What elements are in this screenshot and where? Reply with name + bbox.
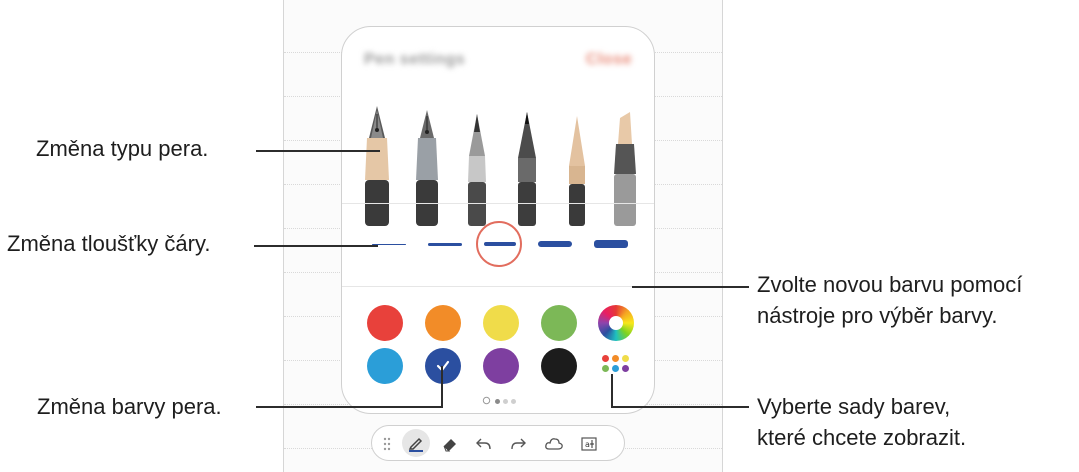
checkmark-icon [425, 348, 461, 384]
callout-line-thickness: Změna tloušťky čáry. [7, 231, 211, 256]
leader-line [254, 245, 378, 247]
pager-current-icon [482, 396, 491, 405]
callout-pen-color: Změna barvy pera. [37, 394, 222, 419]
undo-icon[interactable] [472, 432, 496, 456]
color-orange[interactable] [425, 305, 461, 341]
pager-dot [503, 399, 508, 404]
leader-line [611, 406, 749, 408]
callout-color-sets-line1: Vyberte sady barev, [757, 394, 951, 419]
drag-handle-icon[interactable] [382, 432, 392, 456]
text-mode-icon[interactable]: a [578, 432, 602, 456]
leader-line [611, 374, 613, 408]
color-dark-blue-selected[interactable] [425, 348, 461, 384]
color-green[interactable] [541, 305, 577, 341]
pen-option[interactable] [458, 104, 496, 228]
pager-dot [511, 399, 516, 404]
callout-color-sets-line2: které chcete zobrazit. [757, 425, 967, 450]
marker-option[interactable] [558, 104, 596, 228]
color-yellow[interactable] [483, 305, 519, 341]
color-purple[interactable] [483, 348, 519, 384]
drawing-toolbar: a [371, 425, 625, 461]
color-picker-wheel-icon[interactable] [598, 305, 634, 341]
redo-icon[interactable] [506, 432, 530, 456]
thickness-2[interactable] [428, 243, 462, 246]
highlighter-option[interactable] [606, 104, 644, 228]
pencil-option[interactable] [508, 104, 546, 228]
calligraphy-pen-option[interactable] [408, 104, 446, 228]
panel-title: Pen settings [364, 51, 466, 68]
leader-line [441, 366, 443, 408]
svg-text:a: a [585, 440, 590, 449]
pen-settings-panel: Pen settings Close [341, 26, 655, 414]
leader-line [256, 150, 380, 152]
callout-new-color-line1: Zvolte novou barvu pomocí [757, 272, 1023, 297]
pager-dot [495, 399, 500, 404]
callout-new-color-line2: nástroje pro výběr barvy. [757, 303, 998, 328]
divider [342, 286, 654, 287]
divider [342, 203, 654, 204]
leader-line [256, 406, 442, 408]
color-light-blue[interactable] [367, 348, 403, 384]
color-black[interactable] [541, 348, 577, 384]
leader-line [632, 286, 749, 288]
eraser-icon[interactable] [438, 432, 462, 456]
thickness-4[interactable] [538, 241, 572, 247]
pen-tool-icon[interactable] [402, 429, 430, 457]
color-sets-icon[interactable] [598, 351, 634, 381]
thickness-3 [484, 242, 516, 246]
shapes-icon[interactable] [542, 432, 566, 456]
thickness-5[interactable] [594, 240, 628, 248]
fountain-pen-option[interactable] [358, 104, 396, 228]
close-button[interactable]: Close [586, 51, 632, 69]
color-red[interactable] [367, 305, 403, 341]
callout-pen-type: Změna typu pera. [36, 136, 209, 161]
